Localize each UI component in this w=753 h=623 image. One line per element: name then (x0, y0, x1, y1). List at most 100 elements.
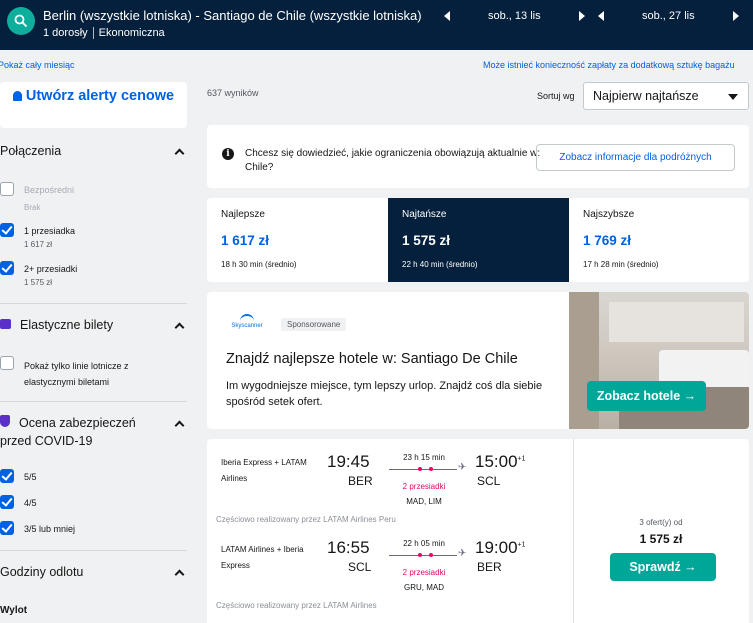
covid-4-label: 4/5 (24, 498, 37, 508)
return-date-picker: sob., 27 lis (598, 10, 739, 22)
stops-count: 2 przesiadki (402, 568, 446, 577)
tab-fastest[interactable]: Najszybsze 1 769 zł 17 h 28 min (średnio… (569, 198, 749, 282)
next-date-icon[interactable] (732, 11, 739, 21)
plane-icon: ✈ (458, 548, 467, 559)
prev-date-icon[interactable] (444, 11, 450, 21)
search-icon (14, 14, 28, 28)
chevron-up-icon[interactable] (174, 322, 185, 333)
view-hotels-button[interactable]: Zobacz hotele → (587, 381, 706, 411)
flexible-checkbox[interactable] (0, 356, 14, 370)
arrival-time: 15:00+1 (475, 452, 526, 472)
create-price-alert-button[interactable]: Utwórz alerty cenowe (0, 82, 187, 128)
prev-date-icon[interactable] (598, 11, 604, 21)
tab-price: 1 769 zł (583, 233, 632, 248)
one-stop-checkbox[interactable] (0, 223, 14, 237)
flexible-tickets-filter: Elastyczne bilety Pokaż tylko linie lotn… (0, 318, 187, 393)
alert-button-label: Utwórz alerty cenowe (25, 88, 175, 104)
check-flight-button[interactable]: Sprawdź → (610, 553, 716, 581)
departure-time: 19:45 (327, 452, 370, 471)
stop-dot (418, 467, 422, 471)
passengers: 1 dorosły (43, 27, 88, 39)
covid-3-checkbox[interactable] (0, 521, 14, 535)
one-stop-price: 1 617 zł (24, 240, 53, 249)
tab-duration: 22 h 40 min (średnio) (402, 260, 478, 269)
tab-best[interactable]: Najlepsze 1 617 zł 18 h 30 min (średnio) (207, 198, 388, 282)
stop-dot (429, 553, 433, 557)
search-button[interactable] (7, 7, 35, 35)
ad-title: Znajdź najlepsze hotele w: Santiago De C… (226, 351, 518, 367)
baggage-link[interactable]: Może istnieć konieczność zapłaty za doda… (483, 60, 735, 70)
chevron-down-icon (728, 94, 738, 100)
one-stop-label: 1 przesiadka (24, 226, 76, 236)
flight-duration: 23 h 15 min (403, 453, 445, 462)
connections-filter: Połączenia Bezpośredni Brak 1 przesiadka… (0, 144, 187, 294)
arrival-time-value: 15:00 (475, 452, 518, 471)
tab-price: 1 617 zł (221, 233, 270, 248)
sort-dropdown[interactable]: Najpierw najtańsze (583, 82, 749, 110)
tab-duration: 17 h 28 min (średnio) (583, 260, 659, 269)
info-icon: i (222, 148, 234, 160)
two-stop-label: 2+ przesiadki (24, 264, 78, 274)
covid-3-label: 3/5 lub mniej (24, 524, 76, 534)
show-month-link[interactable]: Pokaż cały miesiąc (0, 60, 75, 70)
day-offset: +1 (517, 541, 526, 549)
stop-dot (429, 467, 433, 471)
outbound-label: Wylot (0, 605, 28, 616)
sort-label: Sortuj wg (537, 91, 575, 101)
ticket-icon (0, 319, 11, 329)
tab-title: Najszybsze (583, 209, 635, 220)
flight-result-card[interactable]: Iberia Express + LATAM Airlines 19:45 BE… (207, 439, 749, 623)
operated-by: Częściowo realizowany przez LATAM Airlin… (216, 601, 377, 610)
covid-4-checkbox[interactable] (0, 495, 14, 509)
stops-count: 2 przesiadki (402, 482, 446, 491)
arrival-airport: BER (477, 560, 502, 574)
departure-title[interactable]: Godziny odlotu (0, 565, 187, 579)
flexible-title[interactable]: Elastyczne bilety (20, 318, 113, 332)
route-line (389, 469, 457, 470)
direct-label: Bezpośredni (24, 185, 75, 195)
route-details[interactable]: 1 dorosły Ekonomiczna (43, 27, 165, 39)
offers-count: 3 ofert(y) od (639, 518, 683, 527)
travel-info-card: i Chcesz się dowiedzieć, jakie ogranicze… (207, 125, 749, 188)
outbound-date[interactable]: sob., 13 lis (488, 10, 541, 22)
return-date[interactable]: sob., 27 lis (642, 10, 695, 22)
connections-title[interactable]: Połączenia (0, 144, 187, 158)
route-line (389, 555, 457, 556)
sort-value: Najpierw najtańsze (593, 89, 699, 103)
two-stop-price: 1 575 zł (24, 278, 53, 287)
airline-names: Iberia Express + LATAM Airlines (221, 458, 307, 483)
covid-title[interactable]: Ocena zabezpieczeń przed COVID-19 (0, 414, 150, 450)
flight-price: 1 575 zł (639, 532, 683, 546)
direct-checkbox[interactable] (0, 182, 14, 196)
covid-rating-filter: Ocena zabezpieczeń przed COVID-19 5/5 4/… (0, 414, 187, 539)
departure-times-filter: Godziny odlotu Wylot (0, 565, 187, 623)
stop-airports: MAD, LIM (406, 497, 442, 506)
next-date-icon[interactable] (578, 11, 585, 21)
departure-airport: SCL (348, 560, 372, 574)
arrival-time: 19:00+1 (475, 538, 526, 558)
travel-info-text: Chcesz się dowiedzieć, jakie ograniczeni… (245, 148, 541, 173)
price-column (573, 439, 749, 623)
airline-names: LATAM Airlines + Iberia Express (221, 545, 304, 570)
skyscanner-logo: Skyscanner (229, 314, 265, 329)
stop-airports: GRU, MAD (404, 583, 444, 592)
tab-title: Najtańsze (402, 209, 447, 220)
tab-title: Najlepsze (221, 209, 265, 220)
route-title[interactable]: Berlin (wszystkie lotniska) - Santiago d… (43, 8, 422, 23)
chevron-up-icon[interactable] (174, 420, 185, 431)
separator (92, 27, 94, 39)
flight-duration: 22 h 05 min (403, 539, 445, 548)
tab-duration: 18 h 30 min (średnio) (221, 260, 297, 269)
two-stop-checkbox[interactable] (0, 261, 14, 275)
flexible-option-label: Pokaż tylko linie lotnicze z elastycznym… (24, 361, 129, 387)
divider (0, 550, 187, 551)
tab-cheapest[interactable]: Najtańsze 1 575 zł 22 h 40 min (średnio) (388, 198, 569, 282)
operated-by: Częściowo realizowany przez LATAM Airlin… (216, 515, 396, 524)
sponsored-badge: Sponsorowane (281, 318, 347, 331)
covid-5-checkbox[interactable] (0, 469, 14, 483)
direct-price: Brak (24, 203, 41, 212)
arrival-airport: SCL (477, 474, 501, 488)
travel-info-button[interactable]: Zobacz informacje dla podróżnych (536, 144, 735, 171)
ad-description: Im wygodniejsze miejsce, tym lepszy urlo… (226, 380, 543, 408)
window (609, 302, 744, 342)
